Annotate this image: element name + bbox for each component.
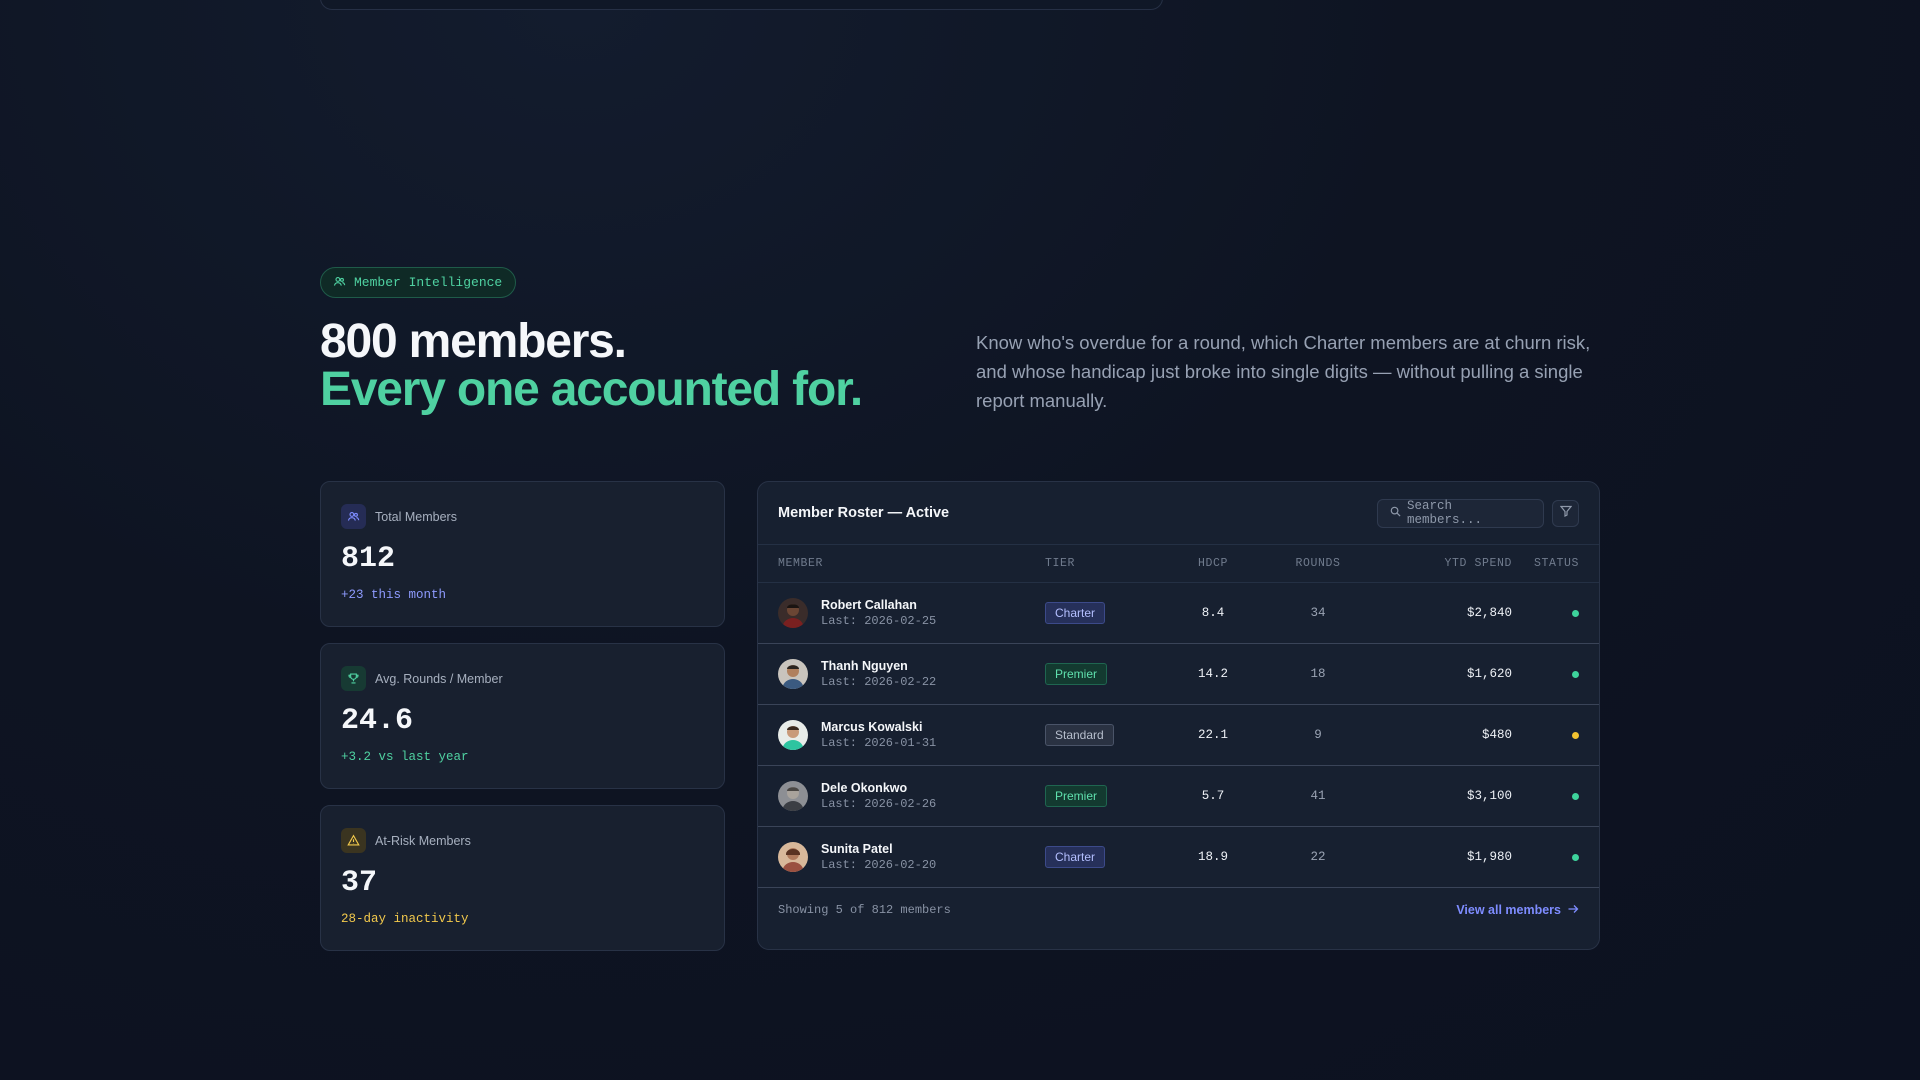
member-last-played: Last: 2026-01-31 — [821, 736, 937, 750]
table-row[interactable]: Sunita Patel Last: 2026-02-20 Charter 18… — [758, 827, 1599, 888]
warning-icon — [341, 828, 366, 853]
table-row[interactable]: Marcus Kowalski Last: 2026-01-31 Standar… — [758, 705, 1599, 766]
ytd-spend-value: $2,840 — [1466, 606, 1512, 620]
ytd-spend-value: $1,620 — [1466, 667, 1512, 681]
status-indicator — [1572, 670, 1579, 678]
member-last-played: Last: 2026-02-22 — [821, 675, 937, 689]
tier-badge: Premier — [1045, 663, 1108, 685]
filter-button[interactable] — [1552, 499, 1579, 527]
status-indicator — [1572, 609, 1579, 617]
stat-card-total-members: Total Members 812 +23 this month — [320, 481, 725, 627]
avatar — [778, 659, 808, 689]
hdcp-value: 8.4 — [1201, 606, 1225, 620]
hdcp-value: 18.9 — [1197, 850, 1228, 864]
rounds-value: 22 — [1310, 850, 1326, 864]
stat-card-at-risk: At-Risk Members 37 28-day inactivity — [320, 805, 725, 951]
stat-label: Total Members — [375, 509, 457, 524]
avatar — [778, 598, 808, 628]
rounds-value: 34 — [1310, 606, 1326, 620]
tier-badge: Premier — [1045, 785, 1108, 807]
view-all-members-link[interactable]: View all members — [1456, 903, 1579, 918]
col-hdcp[interactable]: HDCP — [1178, 557, 1248, 570]
hdcp-value: 5.7 — [1201, 789, 1225, 803]
search-placeholder: Search members... — [1407, 499, 1483, 527]
rounds-value: 18 — [1310, 667, 1326, 681]
avatar — [778, 781, 808, 811]
ytd-spend-value: $1,980 — [1466, 850, 1512, 864]
table-row[interactable]: Thanh Nguyen Last: 2026-02-22 Premier 14… — [758, 644, 1599, 705]
col-status[interactable]: STATUS — [1529, 557, 1579, 570]
badge-label: Member Intelligence — [354, 275, 503, 290]
filter-icon — [1559, 504, 1572, 522]
tier-badge: Standard — [1045, 724, 1114, 746]
table-row[interactable]: Robert Callahan Last: 2026-02-25 Charter… — [758, 583, 1599, 644]
member-name: Robert Callahan — [821, 598, 917, 612]
ytd-spend-value: $480 — [1481, 728, 1512, 742]
tier-badge: Charter — [1045, 602, 1106, 624]
section-badge: Member Intelligence — [320, 267, 517, 298]
showing-count: Showing 5 of 812 members — [778, 903, 951, 917]
stat-sub: +23 this month — [341, 588, 447, 602]
status-indicator — [1572, 731, 1579, 739]
search-input[interactable]: Search members... — [1377, 498, 1544, 528]
col-rounds[interactable]: ROUNDS — [1278, 557, 1358, 570]
member-last-played: Last: 2026-02-20 — [821, 858, 937, 872]
status-indicator — [1572, 853, 1579, 861]
member-name: Marcus Kowalski — [821, 720, 923, 734]
hdcp-value: 14.2 — [1197, 667, 1228, 681]
hero-title-line2: Every one accounted for. — [320, 363, 863, 416]
hero-title-line1: 800 members. — [320, 315, 627, 368]
stat-value: 24.6 — [341, 704, 414, 738]
table-header: MEMBER TIER HDCP ROUNDS YTD SPEND STATUS — [758, 545, 1599, 583]
top-card — [320, 0, 1163, 10]
arrow-right-icon — [1567, 903, 1579, 918]
users-icon — [341, 504, 366, 529]
ytd-spend-value: $3,100 — [1466, 789, 1512, 803]
trophy-icon — [341, 666, 366, 691]
member-name: Thanh Nguyen — [821, 659, 908, 673]
col-member[interactable]: MEMBER — [778, 557, 823, 570]
search-icon — [1390, 506, 1401, 521]
member-roster: Member Roster — Active Search members...… — [757, 481, 1600, 950]
status-indicator — [1572, 792, 1579, 800]
roster-title: Member Roster — Active — [778, 505, 950, 521]
view-all-label: View all members — [1456, 903, 1561, 917]
member-name: Dele Okonkwo — [821, 781, 908, 795]
stat-sub: 28-day inactivity — [341, 912, 469, 926]
stat-card-avg-rounds: Avg. Rounds / Member 24.6 +3.2 vs last y… — [320, 643, 725, 789]
avatar — [778, 842, 808, 872]
stat-value: 37 — [341, 866, 378, 900]
hdcp-value: 22.1 — [1197, 728, 1228, 742]
member-last-played: Last: 2026-02-26 — [821, 797, 937, 811]
stat-label: At-Risk Members — [375, 833, 471, 848]
col-ytd-spend[interactable]: YTD SPEND — [1444, 557, 1512, 570]
member-last-played: Last: 2026-02-25 — [821, 614, 937, 628]
table-row[interactable]: Dele Okonkwo Last: 2026-02-26 Premier 5.… — [758, 766, 1599, 827]
stat-sub: +3.2 vs last year — [341, 750, 469, 764]
rounds-value: 41 — [1310, 789, 1326, 803]
member-name: Sunita Patel — [821, 842, 893, 856]
col-tier[interactable]: TIER — [1045, 557, 1075, 570]
avatar — [778, 720, 808, 750]
stat-value: 812 — [341, 542, 396, 576]
tier-badge: Charter — [1045, 846, 1106, 868]
users-icon — [333, 275, 346, 291]
hero-title: 800 members. Every one accounted for. — [320, 315, 863, 416]
rounds-value: 9 — [1314, 728, 1322, 742]
stat-label: Avg. Rounds / Member — [375, 671, 503, 686]
hero-description: Know who's overdue for a round, which Ch… — [976, 332, 1591, 411]
